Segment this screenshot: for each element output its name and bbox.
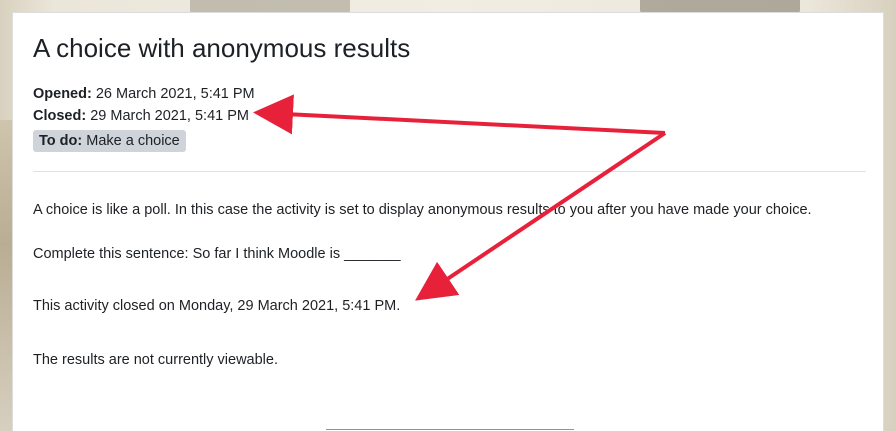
opened-date: Opened: 26 March 2021, 5:41 PM	[33, 83, 255, 105]
closed-notice: This activity closed on Monday, 29 March…	[33, 298, 401, 314]
opened-label: Opened:	[33, 86, 92, 102]
footer-rule	[326, 429, 574, 430]
todo-badge: To do: Make a choice	[33, 130, 186, 152]
opened-value: 26 March 2021, 5:41 PM	[95, 86, 255, 102]
closed-label: Closed:	[33, 108, 87, 124]
activity-card: A choice with anonymous results Opened: …	[12, 12, 884, 431]
todo-label: To do:	[39, 133, 83, 149]
section-divider	[33, 171, 866, 172]
closed-date: Closed: 29 March 2021, 5:41 PM	[33, 105, 255, 127]
page-title: A choice with anonymous results	[33, 33, 411, 63]
closed-value: 29 March 2021, 5:41 PM	[90, 108, 249, 124]
intro-text: A choice is like a poll. In this case th…	[33, 202, 812, 218]
todo-value: Make a choice	[86, 133, 180, 149]
question-text: Complete this sentence: So far I think M…	[33, 246, 401, 262]
activity-dates: Opened: 26 March 2021, 5:41 PM Closed: 2…	[33, 83, 255, 127]
results-notice: The results are not currently viewable.	[33, 352, 278, 368]
